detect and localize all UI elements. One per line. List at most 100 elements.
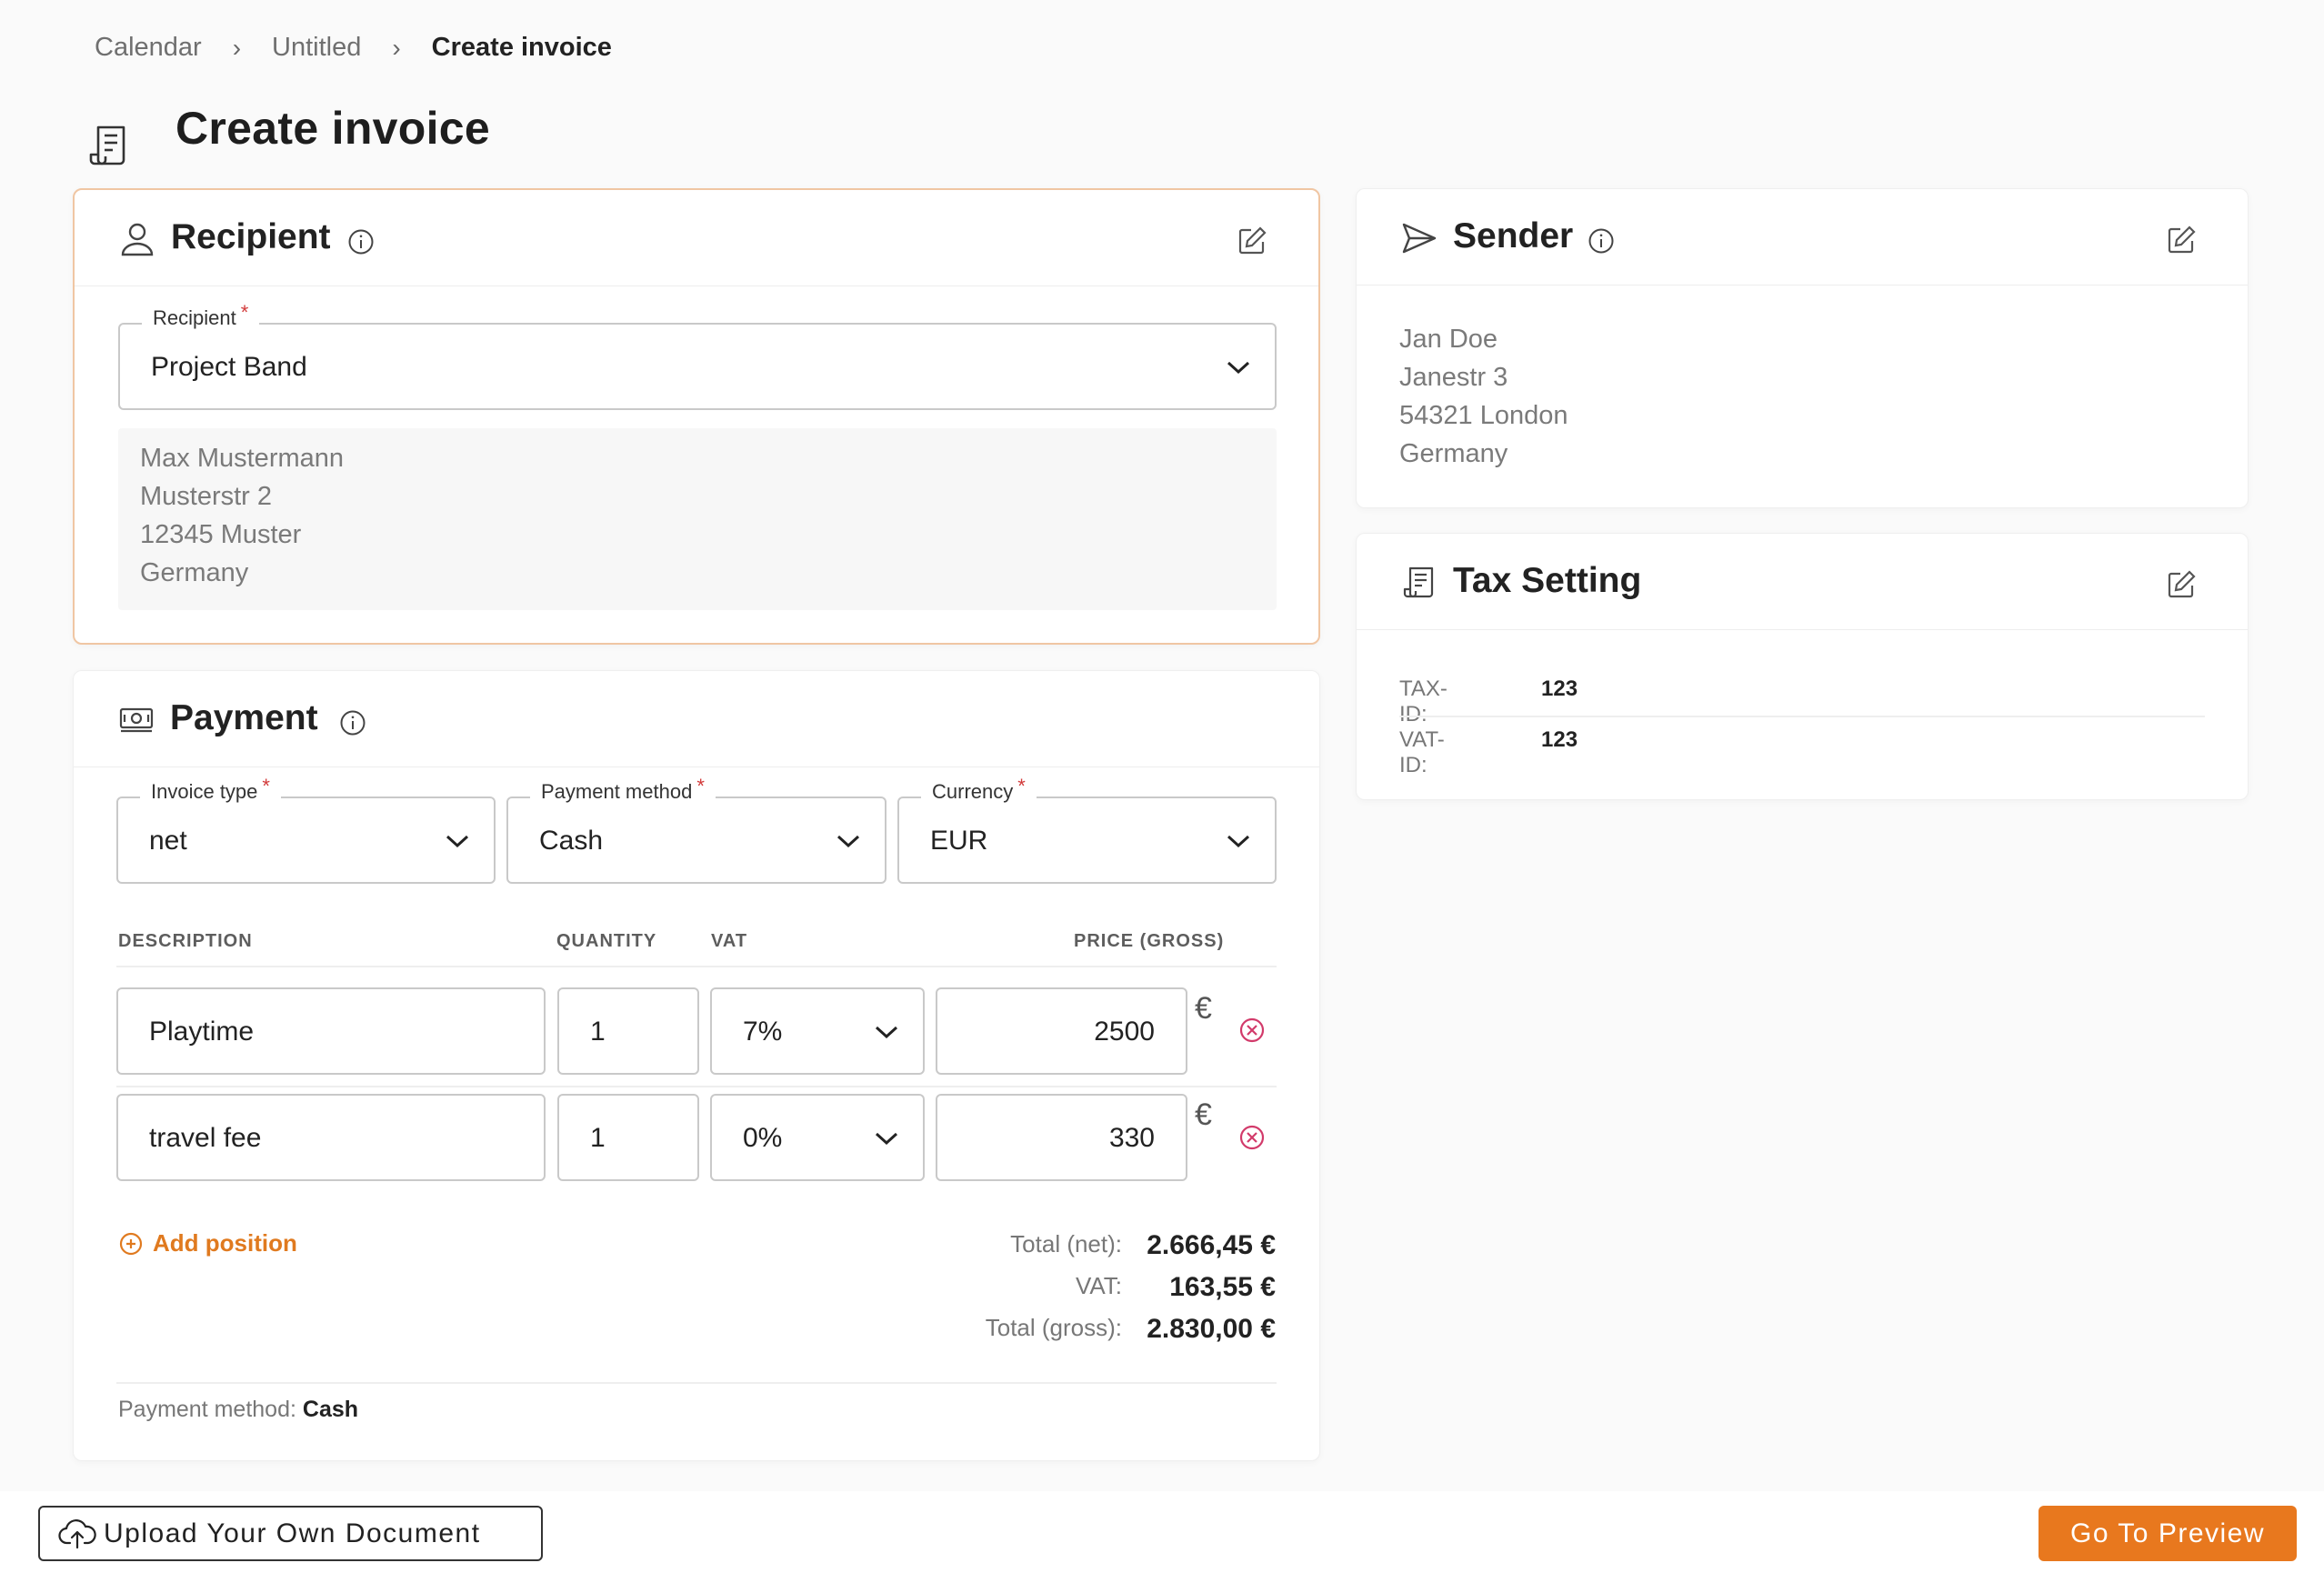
column-price: PRICE (GROSS) <box>1074 931 1225 951</box>
breadcrumb-untitled[interactable]: Untitled <box>272 33 361 63</box>
position-vat-value: 0% <box>743 1123 783 1153</box>
money-icon <box>119 707 154 733</box>
total-gross-value: 2.830,00 € <box>1147 1314 1276 1344</box>
position-vat-select[interactable]: 7% <box>710 987 925 1075</box>
receipt-icon <box>89 125 125 165</box>
position-quantity-value: 1 <box>590 1123 606 1153</box>
recipient-card: Recipient Recipient * Project Band Max Mu… <box>73 188 1320 645</box>
vat-total-value: 163,55 € <box>1169 1272 1276 1302</box>
tax-id-value: 123 <box>1541 676 1578 701</box>
info-icon[interactable] <box>347 228 375 255</box>
tax-card-header: Tax Setting <box>1357 534 2248 630</box>
position-price-input[interactable]: 330 <box>936 1094 1187 1181</box>
payment-method-label: Payment method * <box>530 775 716 804</box>
breadcrumb-current: Create invoice <box>431 33 612 62</box>
breadcrumb-calendar[interactable]: Calendar <box>95 33 202 63</box>
position-description-value: Playtime <box>149 1017 255 1047</box>
column-description: DESCRIPTION <box>118 931 253 951</box>
info-icon[interactable] <box>339 709 366 736</box>
position-vat-value: 7% <box>743 1017 783 1047</box>
recipient-address-country: Germany <box>140 558 249 587</box>
euro-symbol: € <box>1195 991 1212 1026</box>
plus-circle-icon <box>119 1232 143 1255</box>
recipient-value: Project Band <box>151 352 307 382</box>
chevron-down-icon <box>1227 835 1250 848</box>
chevron-down-icon <box>446 835 469 848</box>
payment-card-header: Payment <box>74 671 1319 767</box>
invoice-type-label: Invoice type * <box>140 775 281 804</box>
divider <box>116 1086 1277 1087</box>
position-price-value: 2500 <box>1094 1017 1155 1047</box>
page-title: Create invoice <box>175 103 491 154</box>
sender-address-street: Janestr 3 <box>1399 363 1508 392</box>
recipient-address-city: 12345 Muster <box>140 520 302 549</box>
currency-label: Currency * <box>921 775 1037 804</box>
user-icon <box>121 223 154 256</box>
payment-method-value: Cash <box>539 826 604 856</box>
euro-symbol: € <box>1195 1097 1212 1132</box>
total-gross-label: Total (gross): <box>985 1314 1122 1341</box>
column-vat: VAT <box>711 931 748 951</box>
recipient-address-street: Musterstr 2 <box>140 482 273 511</box>
chevron-right-icon: › <box>232 33 242 62</box>
chevron-down-icon <box>1227 361 1250 375</box>
sender-address-name: Jan Doe <box>1399 325 1498 354</box>
total-net-label: Total (net): <box>1010 1230 1122 1257</box>
payment-method-summary-value: Cash <box>302 1397 359 1422</box>
payment-title: Payment <box>170 698 318 737</box>
remove-position-icon[interactable] <box>1238 1017 1266 1044</box>
sender-address-country: Germany <box>1399 439 1508 468</box>
vat-total-label: VAT: <box>1075 1272 1122 1299</box>
position-quantity-input[interactable]: 1 <box>557 1094 699 1181</box>
divider <box>116 1382 1277 1384</box>
position-price-input[interactable]: 2500 <box>936 987 1187 1075</box>
recipient-address-name: Max Mustermann <box>140 444 345 473</box>
currency-select[interactable]: Currency * EUR <box>897 775 1277 884</box>
recipient-title: Recipient <box>171 217 331 256</box>
upload-document-label: Upload Your Own Document <box>104 1518 481 1548</box>
tax-title: Tax Setting <box>1453 561 1642 600</box>
go-to-preview-button[interactable]: Go To Preview <box>2039 1506 2297 1561</box>
remove-position-icon[interactable] <box>1238 1124 1266 1151</box>
edit-icon[interactable] <box>1237 225 1267 256</box>
upload-document-button[interactable]: Upload Your Own Document <box>38 1506 543 1561</box>
position-description-value: travel fee <box>149 1123 262 1153</box>
position-vat-select[interactable]: 0% <box>710 1094 925 1181</box>
recipient-field-label: Recipient * <box>142 301 260 330</box>
edit-icon[interactable] <box>2166 569 2197 600</box>
column-quantity: QUANTITY <box>556 931 657 951</box>
sender-address: Jan Doe Janestr 3 54321 London Germany <box>1399 320 1568 473</box>
position-description-input[interactable]: Playtime <box>116 987 546 1075</box>
recipient-card-header: Recipient <box>75 190 1318 286</box>
position-description-input[interactable]: travel fee <box>116 1094 546 1181</box>
payment-method-summary-label: Payment method: <box>118 1397 296 1422</box>
position-quantity-input[interactable]: 1 <box>557 987 699 1075</box>
add-position-label: Add position <box>153 1229 297 1257</box>
currency-value: EUR <box>930 826 988 856</box>
vat-id-label: VAT-ID: <box>1399 727 1445 777</box>
invoice-type-select[interactable]: Invoice type * net <box>116 775 496 884</box>
send-icon <box>1402 223 1437 254</box>
total-net-value: 2.666,45 € <box>1147 1230 1276 1260</box>
cloud-upload-icon <box>58 1518 96 1548</box>
payment-method-summary: Payment method: Cash <box>118 1397 358 1423</box>
sender-card-header: Sender <box>1357 189 2248 286</box>
vat-id-value: 123 <box>1541 727 1578 752</box>
info-icon[interactable] <box>1588 227 1615 255</box>
sender-title: Sender <box>1453 216 1574 255</box>
chevron-right-icon: › <box>392 33 401 62</box>
recipient-address-box: Max Mustermann Musterstr 2 12345 Muster … <box>118 428 1277 610</box>
divider <box>116 966 1277 967</box>
position-price-value: 330 <box>1108 1123 1155 1153</box>
chevron-down-icon <box>875 1132 898 1146</box>
chevron-down-icon <box>875 1026 898 1039</box>
edit-icon[interactable] <box>2166 225 2197 255</box>
tax-id-label: TAX-ID: <box>1399 676 1447 726</box>
payment-method-select[interactable]: Payment method * Cash <box>506 775 887 884</box>
breadcrumb: Calendar › Untitled › Create invoice <box>95 33 612 63</box>
recipient-select[interactable]: Recipient * Project Band <box>118 301 1277 410</box>
position-quantity-value: 1 <box>590 1017 606 1047</box>
invoice-type-value: net <box>149 826 187 856</box>
receipt-icon <box>1403 566 1434 598</box>
add-position-button[interactable]: Add position <box>118 1229 297 1257</box>
